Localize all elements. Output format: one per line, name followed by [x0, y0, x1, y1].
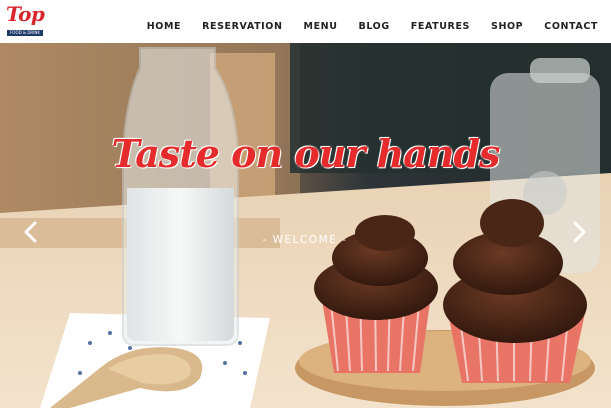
nav-menu[interactable]: MENU	[304, 21, 338, 32]
nav-blog[interactable]: BLOG	[359, 21, 390, 32]
nav-home[interactable]: HOME	[147, 21, 181, 32]
site-header: Top FOOD & DRINK HOME RESERVATION MENU B…	[0, 0, 611, 43]
slider-prev-button[interactable]	[20, 219, 42, 245]
hero-headline: Taste on our hands	[111, 131, 501, 176]
logo[interactable]: Top FOOD & DRINK	[6, 2, 46, 38]
nav-contact[interactable]: CONTACT	[544, 21, 598, 32]
logo-tagline: FOOD & DRINK	[7, 30, 43, 36]
chevron-right-icon	[573, 221, 586, 243]
main-nav: HOME RESERVATION MENU BLOG FEATURES SHOP…	[126, 21, 598, 32]
nav-shop[interactable]: SHOP	[491, 21, 523, 32]
nav-features[interactable]: FEATURES	[411, 21, 470, 32]
hero-background-image	[0, 43, 611, 408]
hero-slider: Taste on our hands - WELCOME -	[0, 43, 611, 408]
hero-subheading: - WELCOME -	[262, 234, 348, 246]
nav-reservation[interactable]: RESERVATION	[202, 21, 282, 32]
slider-next-button[interactable]	[568, 219, 590, 245]
logo-script: Top	[6, 2, 45, 26]
chevron-left-icon	[24, 221, 37, 243]
